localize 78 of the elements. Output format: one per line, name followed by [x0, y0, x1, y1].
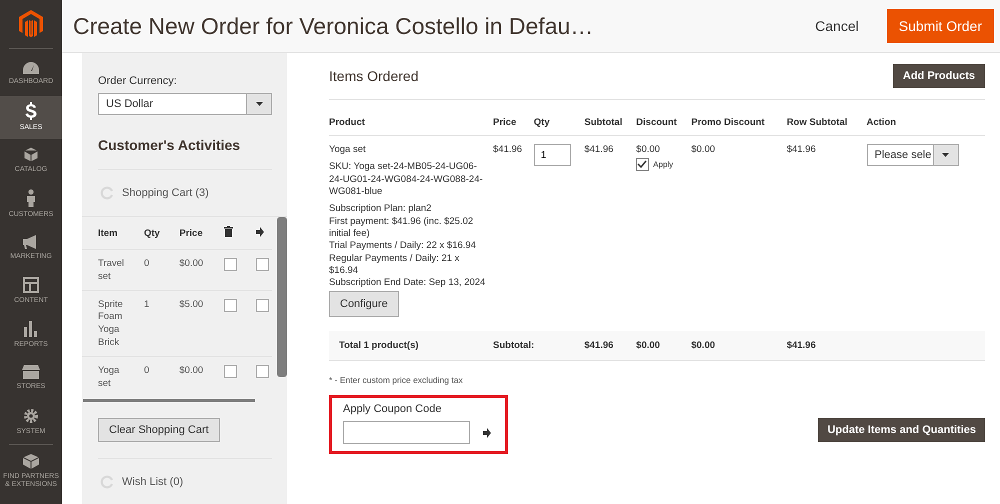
storefront-icon	[22, 365, 40, 380]
table-cell: Sprite Foam Yoga Brick	[82, 290, 128, 356]
column-header: Action	[866, 100, 985, 136]
table-cell: $41.96	[786, 136, 866, 326]
arrow-right-icon[interactable]	[482, 428, 492, 438]
qty-input-field[interactable]: 1	[534, 144, 571, 166]
section-title: Items Ordered	[329, 68, 418, 84]
column-header: Price	[163, 217, 208, 250]
layout-icon	[23, 277, 39, 294]
checkbox-label: Apply	[653, 160, 674, 169]
table-cell: $0.00	[163, 250, 208, 290]
product-option: Trial Payments / Daily: 22 x $16.94	[329, 240, 489, 253]
cancel-link[interactable]: Cancel	[811, 14, 863, 38]
add-products-button[interactable]: Add Products	[892, 64, 985, 88]
move-checkbox[interactable]	[256, 258, 269, 271]
table-cell: $41.96	[584, 136, 636, 326]
caret-icon	[942, 153, 949, 157]
gauge-icon	[23, 62, 39, 74]
table-cell: $41.96	[493, 136, 534, 326]
product-option: Subscription End Date: Sep 13, 2024	[329, 277, 489, 290]
product-option: Subscription Plan: plan2	[329, 203, 489, 216]
refresh-icon[interactable]	[100, 186, 114, 200]
coupon-input-field[interactable]	[343, 421, 470, 444]
column-header: Product	[329, 100, 493, 136]
person-icon	[26, 189, 36, 208]
column-header: Discount	[636, 100, 692, 136]
remove-checkbox[interactable]	[224, 364, 237, 378]
column-header: Promo Discount	[691, 100, 787, 136]
move-checkbox[interactable]	[256, 364, 269, 378]
table-cell: $0.00	[691, 136, 787, 326]
megaphone-icon	[23, 234, 39, 249]
column-header: Row Subtotal	[786, 100, 866, 136]
discount-amount: $0.00	[636, 144, 661, 155]
clear-cart-button[interactable]: Clear Shopping Cart	[98, 418, 220, 442]
apply-checkbox[interactable]	[636, 158, 650, 171]
field-label: Order Currency:	[98, 75, 178, 87]
bar-chart-icon	[23, 320, 39, 337]
dollar-icon	[25, 102, 37, 120]
table-cell: 1	[128, 290, 164, 356]
footnote: * - Enter custom price excluding tax	[329, 375, 464, 386]
update-items-button[interactable]: Update Items and Quantities	[818, 418, 985, 442]
product-name: Yoga set	[329, 144, 367, 156]
table-cell: 0	[128, 356, 164, 396]
table-cell: Yoga set	[82, 356, 128, 396]
table-cell: Travel set	[82, 250, 128, 290]
gear-icon	[23, 408, 39, 424]
table-cell: $0.00	[163, 356, 208, 396]
product-sku: SKU: Yoga set-24-MB05-24-UG06-24-UG01-24-WG084-24-WG088-24-WG081-blue	[329, 161, 484, 198]
block-title: Wish List (0)	[122, 476, 184, 488]
column-header: Price	[493, 100, 534, 136]
page-title: Create New Order for Veronica Costello in Defau…	[73, 12, 594, 40]
currency-select[interactable]: US Dollar	[98, 93, 272, 115]
trash-icon	[224, 226, 233, 237]
scrollbar[interactable]	[277, 217, 287, 377]
move-checkbox[interactable]	[256, 298, 269, 312]
scrollbar[interactable]	[83, 398, 255, 402]
column-header: Qty	[534, 100, 584, 136]
action-select[interactable]: Please sele	[866, 144, 958, 166]
table-cell: $5.00	[163, 290, 208, 356]
field-label: Apply Coupon Code	[343, 403, 442, 416]
block-title: Shopping Cart (3)	[122, 187, 209, 199]
column-header: Qty	[128, 217, 164, 250]
logo-icon[interactable]	[19, 10, 43, 38]
product-option: Regular Payments / Daily: 21 x $16.94	[329, 252, 489, 278]
submit-order-button[interactable]: Submit Order	[886, 9, 994, 43]
column-header: Item	[82, 217, 128, 250]
remove-checkbox[interactable]	[224, 258, 237, 271]
remove-checkbox[interactable]	[224, 298, 237, 312]
arrow-right-icon	[256, 226, 264, 236]
table-cell: 0	[128, 250, 164, 290]
section-title: Customer's Activities	[98, 137, 242, 153]
column-header: Subtotal	[584, 100, 636, 136]
cube-icon	[23, 454, 39, 469]
caret-icon	[256, 102, 262, 106]
box-icon	[24, 147, 38, 162]
refresh-icon[interactable]	[100, 474, 114, 488]
configure-button[interactable]: Configure	[329, 290, 399, 318]
product-option: First payment: $41.96 (inc. $25.02 initial fee)	[329, 216, 489, 240]
